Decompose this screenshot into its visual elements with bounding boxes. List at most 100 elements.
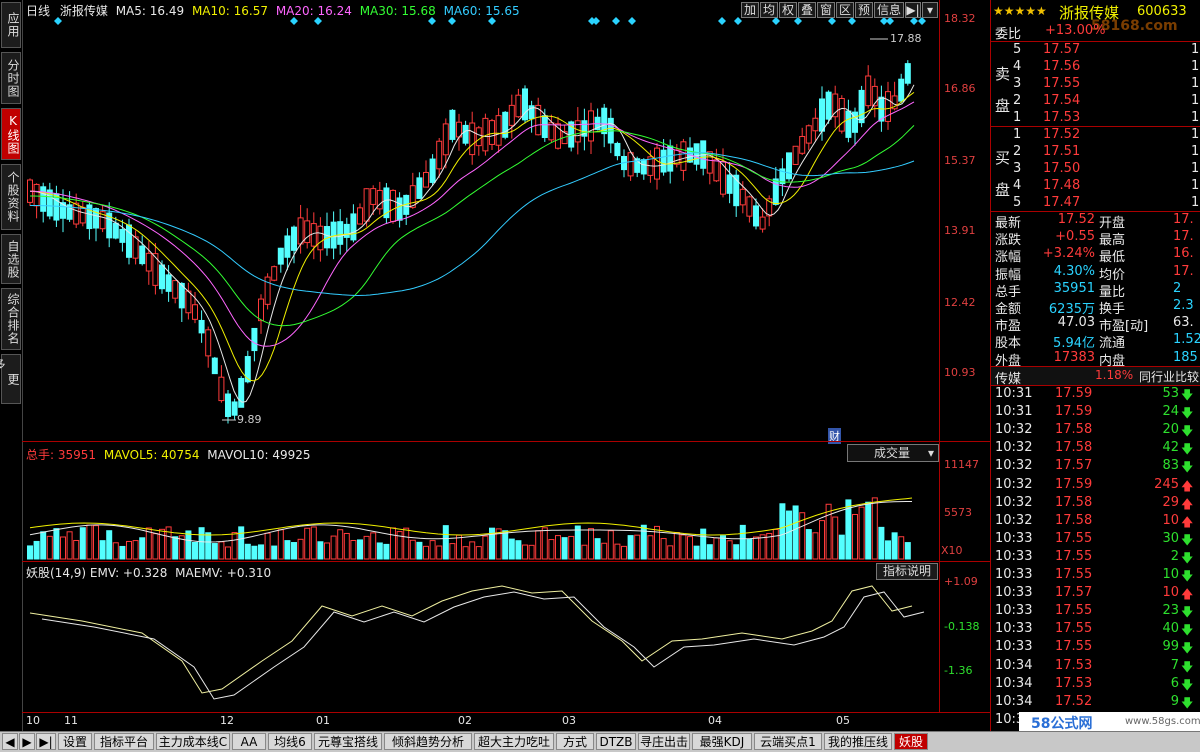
indicator-help-button[interactable]: 指标说明: [876, 563, 938, 580]
tab-scroll-right-icon[interactable]: ▶: [19, 733, 35, 750]
event-marker-icon[interactable]: [772, 17, 780, 25]
volume-bar: [231, 532, 238, 560]
toolbar-forecast-button[interactable]: 预: [855, 2, 873, 18]
event-marker-icon[interactable]: [290, 17, 298, 25]
volume-chart-panel[interactable]: 总手: 35951 MAVOL5: 40754 MAVOL10: 49925: [22, 443, 939, 561]
toolbar-menu-icon[interactable]: ▾: [922, 2, 938, 18]
event-marker-icon[interactable]: [734, 17, 742, 25]
candle-body: [205, 329, 212, 357]
candle-body: [726, 174, 733, 194]
volume-bar: [185, 530, 192, 560]
indicator-tab[interactable]: 设置: [58, 733, 92, 750]
emv-chart-panel[interactable]: 妖股(14,9) EMV: +0.328 MAEMV: +0.310: [22, 561, 939, 713]
volume-bar: [733, 544, 740, 560]
indicator-tab[interactable]: 元尊宝搭线: [314, 733, 382, 750]
tick-volume: 83: [1162, 458, 1179, 474]
sidebar-item-more[interactable]: 更多..: [0, 354, 21, 404]
tick-time: 10:31: [995, 386, 1033, 401]
tick-row: 10:33 17.57 10 🡅: [991, 585, 1200, 603]
candle-body: [746, 196, 753, 217]
candle-body: [462, 124, 469, 144]
toolbar-collapse-icon[interactable]: ▶|: [905, 2, 921, 18]
volume-bar: [139, 537, 146, 560]
sidebar-item-intraday[interactable]: 分时图: [1, 52, 21, 104]
volume-bar: [720, 535, 726, 560]
volume-bar: [284, 540, 291, 560]
indicator-tab[interactable]: 主力成本线C: [156, 733, 230, 750]
event-marker-icon[interactable]: [428, 17, 436, 25]
candle-body: [858, 89, 865, 124]
event-marker-icon[interactable]: [910, 17, 918, 25]
event-marker-icon[interactable]: [54, 17, 62, 25]
volume-bar: [192, 541, 198, 560]
quote-stat-row: 外盘 17383 内盘 185: [991, 350, 1200, 369]
event-marker-icon[interactable]: [448, 17, 456, 25]
indicator-tab[interactable]: 倾斜趋势分析: [384, 733, 472, 750]
toolbar-window-button[interactable]: 窗: [817, 2, 835, 18]
industry-compare-button[interactable]: 同行业比较: [1139, 368, 1199, 385]
sidebar-item-ranking[interactable]: 综合排名: [1, 288, 21, 350]
sell-level-price: 17.55: [1043, 76, 1081, 91]
indicator-tab[interactable]: 超大主力吃吐: [474, 733, 554, 750]
industry-row[interactable]: 传媒 1.18% 同行业比较: [991, 366, 1200, 387]
candle-body: [495, 115, 502, 146]
volume-bar: [33, 540, 40, 560]
toolbar-info-button[interactable]: 信息: [874, 2, 904, 18]
indicator-tab[interactable]: 我的推压线: [824, 733, 892, 750]
sidebar-item-apps[interactable]: 应用: [1, 2, 21, 48]
volume-bar: [324, 542, 330, 560]
tick-volume: 42: [1162, 440, 1179, 456]
tab-scroll-end-icon[interactable]: ▶|: [36, 733, 56, 750]
event-marker-icon[interactable]: [794, 17, 802, 25]
indicator-tab[interactable]: 最强KDJ: [692, 733, 752, 750]
tab-scroll-left-icon[interactable]: ◀: [2, 733, 18, 750]
volume-bar: [205, 532, 212, 560]
toolbar-avg-button[interactable]: 均: [760, 2, 778, 18]
buy-level-price: 17.50: [1043, 161, 1081, 176]
tick-volume: 6: [1170, 675, 1179, 691]
event-marker-icon[interactable]: [718, 17, 726, 25]
indicator-tab[interactable]: 方式: [556, 733, 594, 750]
emv-plot[interactable]: [22, 561, 939, 713]
stat-label: 涨跌: [995, 233, 1022, 249]
volume-plot[interactable]: [22, 443, 939, 561]
event-marker-icon[interactable]: [612, 17, 620, 25]
event-marker-icon[interactable]: [918, 17, 926, 25]
date-tick: 04: [708, 714, 722, 727]
event-marker-icon[interactable]: [848, 17, 856, 25]
sidebar-item-profile[interactable]: 个股资料: [1, 164, 21, 230]
event-marker-icon[interactable]: [592, 17, 600, 25]
volume-bar: [66, 531, 73, 560]
candle-body: [218, 376, 225, 402]
date-tick: 12: [220, 714, 234, 727]
toolbar-range-button[interactable]: 区: [836, 2, 854, 18]
toolbar-add-button[interactable]: 加: [741, 2, 759, 18]
indicator-tab[interactable]: AA: [232, 733, 266, 750]
indicator-tab[interactable]: 妖股: [894, 733, 928, 750]
sell-level-number: 1: [1013, 110, 1022, 125]
event-marker-icon[interactable]: [628, 17, 636, 25]
toolbar-rights-button[interactable]: 权: [779, 2, 797, 18]
indicator-tab[interactable]: 云端买点1: [754, 733, 822, 750]
toolbar-overlay-button[interactable]: 叠: [798, 2, 816, 18]
kline-plot[interactable]: [22, 0, 939, 441]
sidebar-item-kline[interactable]: K线图: [1, 108, 21, 160]
indicator-tab[interactable]: DTZB: [596, 733, 636, 750]
kline-chart-panel[interactable]: 日线 浙报传媒 MA5: 16.49 MA10: 16.57 MA20: 16.…: [22, 0, 939, 444]
candle-body: [753, 205, 759, 227]
event-marker-icon[interactable]: [886, 17, 894, 25]
event-marker-icon[interactable]: [488, 17, 496, 25]
stat-label: 总手: [995, 284, 1022, 300]
event-marker-icon[interactable]: [314, 17, 322, 25]
candle-body: [508, 104, 515, 126]
indicator-tab[interactable]: 指标平台: [94, 733, 154, 750]
volume-bar: [759, 534, 766, 560]
indicator-tab[interactable]: 寻庄出击: [638, 733, 690, 750]
volume-bar: [535, 530, 542, 560]
volume-bar: [456, 534, 462, 560]
event-marker-icon[interactable]: [828, 17, 836, 25]
volume-indicator-select[interactable]: 成交量 ▾: [847, 444, 939, 462]
sidebar-item-watchlist[interactable]: 自选股: [1, 234, 21, 284]
volume-bar: [442, 525, 449, 560]
indicator-tab[interactable]: 均线6: [268, 733, 312, 750]
